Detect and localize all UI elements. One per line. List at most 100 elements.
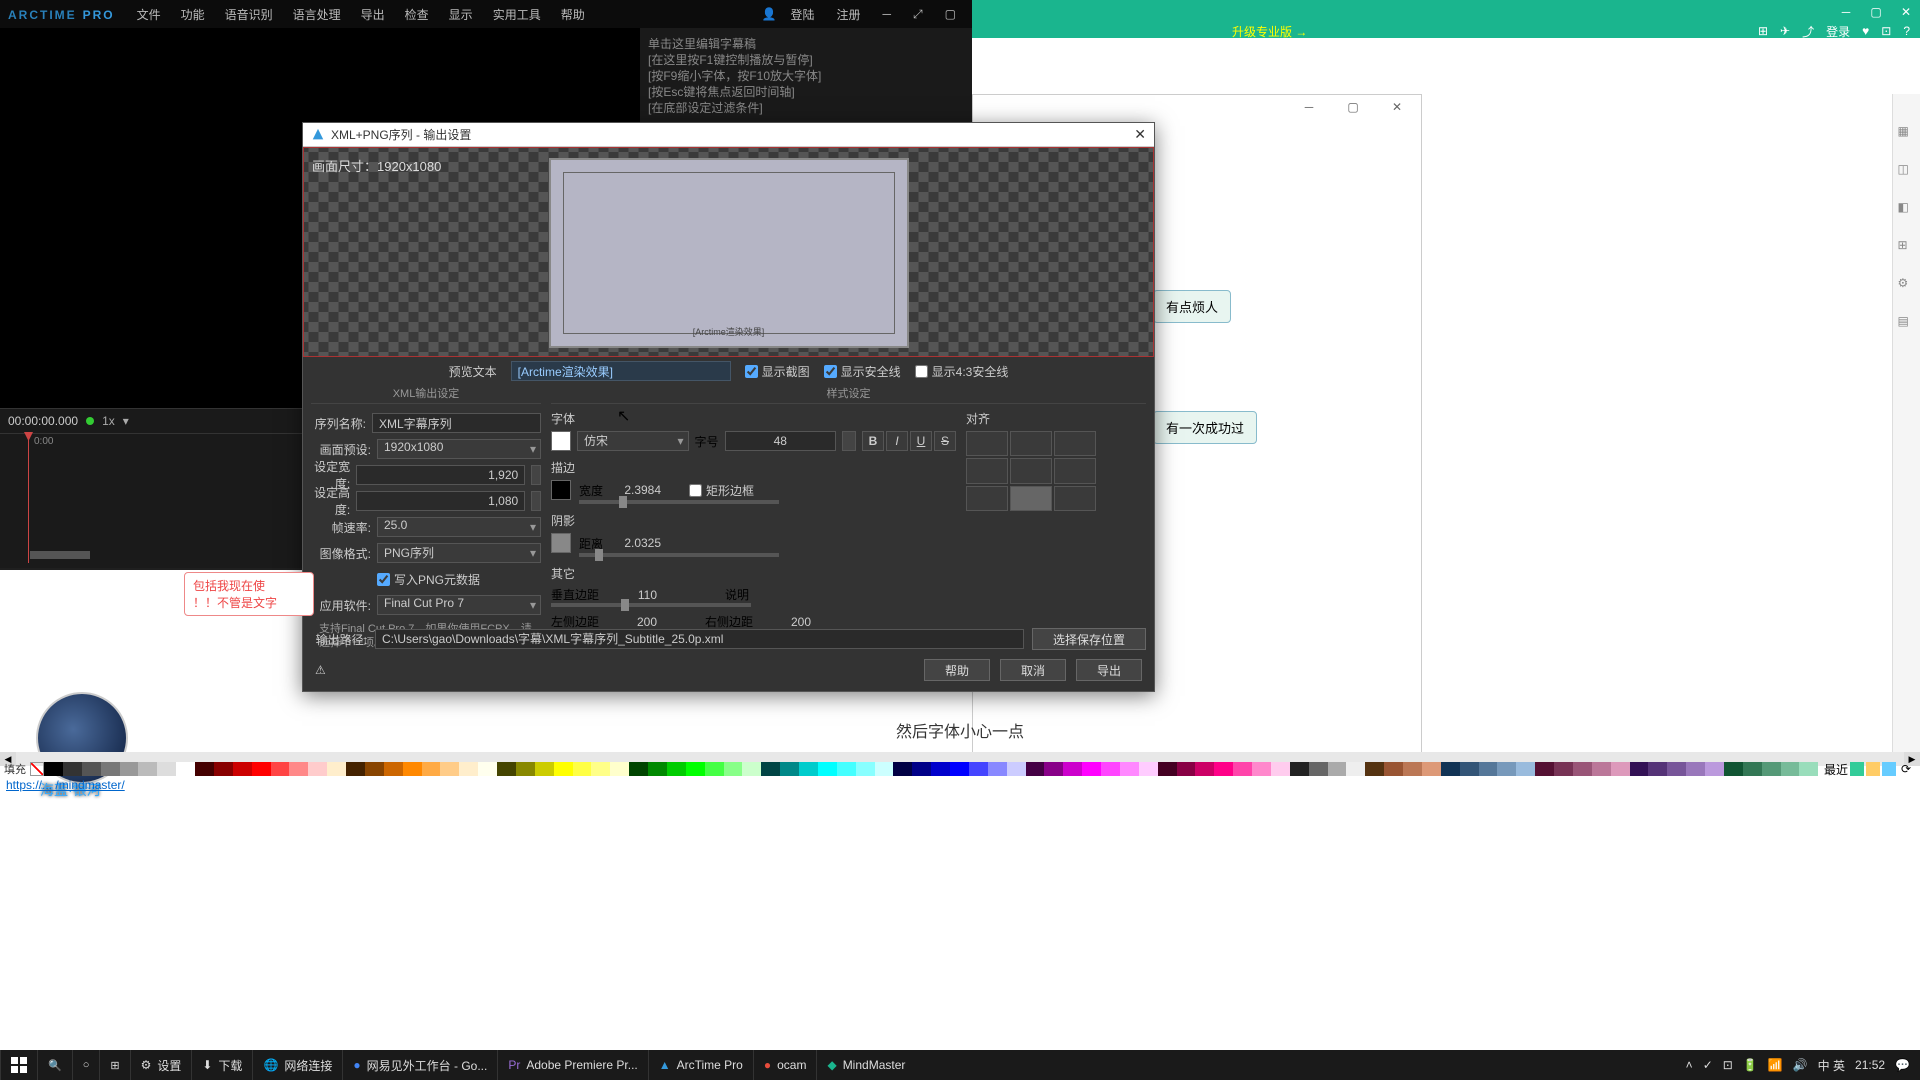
menu-help[interactable]: 帮助 [553, 2, 593, 27]
palette-swatch[interactable] [931, 762, 950, 776]
palette-swatch[interactable] [1044, 762, 1063, 776]
task-mindmaster[interactable]: ◆MindMaster [816, 1050, 915, 1080]
palette-swatch[interactable] [1252, 762, 1271, 776]
ribbon-icon[interactable]: ? [1903, 24, 1910, 38]
palette-swatch[interactable] [1214, 762, 1233, 776]
palette-swatch[interactable] [1346, 762, 1365, 776]
palette-swatch[interactable] [82, 762, 101, 776]
task-chrome[interactable]: ●网易见外工作台 - Go... [342, 1050, 497, 1080]
font-size-spinner[interactable] [842, 431, 856, 451]
palette-swatch[interactable] [1365, 762, 1384, 776]
recent-swatch[interactable] [1866, 762, 1880, 776]
palette-swatch[interactable] [610, 762, 629, 776]
width-input[interactable] [356, 465, 525, 485]
ribbon-icon[interactable]: ⊞ [1758, 24, 1768, 38]
palette-swatch[interactable] [1611, 762, 1630, 776]
palette-swatch[interactable] [950, 762, 969, 776]
tray-icon[interactable]: ✓ [1703, 1058, 1713, 1072]
palette-swatch[interactable] [327, 762, 346, 776]
palette-swatch[interactable] [1082, 762, 1101, 776]
cancel-button[interactable]: 取消 [1000, 659, 1066, 681]
mm-max-icon[interactable]: ▢ [1333, 97, 1373, 117]
win-pop-icon[interactable]: ⤢ [905, 3, 931, 26]
palette-swatch[interactable] [195, 762, 214, 776]
bold-button[interactable]: B [862, 431, 884, 451]
tray-time[interactable]: 21:52 [1855, 1058, 1885, 1072]
palette-swatch[interactable] [1139, 762, 1158, 776]
toolbar-icon[interactable]: ⊞ [1898, 238, 1916, 256]
menu-check[interactable]: 检查 [397, 2, 437, 27]
preset-select[interactable]: 1920x1080 [377, 439, 541, 459]
url-link[interactable]: https://... /mindmaster/ [6, 778, 125, 792]
task-taskview[interactable]: ⊞ [99, 1050, 129, 1080]
palette-swatch[interactable] [988, 762, 1007, 776]
align-bc[interactable] [1010, 486, 1052, 511]
maximize-icon[interactable]: ▢ [1870, 6, 1882, 18]
palette-swatch[interactable] [101, 762, 120, 776]
ribbon-icon[interactable]: ♥ [1862, 24, 1869, 38]
palette-swatch[interactable] [1781, 762, 1800, 776]
palette-swatch[interactable] [252, 762, 271, 776]
ribbon-icon[interactable]: ⊡ [1881, 24, 1891, 38]
palette-swatch[interactable] [1384, 762, 1403, 776]
warning-icon[interactable]: ⚠ [315, 663, 326, 677]
close-icon[interactable]: ✕ [1900, 6, 1912, 18]
menu-function[interactable]: 功能 [173, 2, 213, 27]
choose-path-button[interactable]: 选择保存位置 [1032, 628, 1146, 650]
tray-notifications-icon[interactable]: 💬 [1895, 1058, 1910, 1072]
mindmap-node[interactable]: 有点烦人 [1153, 290, 1231, 323]
palette-swatch[interactable] [120, 762, 139, 776]
close-icon[interactable]: ✕ [1134, 126, 1146, 143]
palette-swatch[interactable] [1592, 762, 1611, 776]
align-tl[interactable] [966, 431, 1008, 456]
palette-swatch[interactable] [1422, 762, 1441, 776]
palette-swatch[interactable] [1667, 762, 1686, 776]
palette-swatch[interactable] [346, 762, 365, 776]
palette-swatch[interactable] [573, 762, 592, 776]
palette-swatch[interactable] [1309, 762, 1328, 776]
palette-swatch[interactable] [535, 762, 554, 776]
menu-display[interactable]: 显示 [441, 2, 481, 27]
seq-name-input[interactable] [372, 413, 541, 433]
start-button[interactable] [0, 1050, 37, 1080]
hscroll-thumb[interactable] [30, 551, 90, 559]
align-tr[interactable] [1054, 431, 1096, 456]
write-meta-check[interactable]: 写入PNG元数据 [377, 571, 480, 588]
font-size-input[interactable] [725, 431, 837, 451]
palette-swatch[interactable] [1233, 762, 1252, 776]
palette-swatch[interactable] [554, 762, 573, 776]
palette-swatch[interactable] [1026, 762, 1045, 776]
ribbon-icon[interactable]: ✈ [1780, 24, 1790, 38]
palette-swatch[interactable] [1403, 762, 1422, 776]
task-downloads[interactable]: ⬇下载 [191, 1050, 252, 1080]
palette-swatch[interactable] [289, 762, 308, 776]
speed-display[interactable]: 1x [102, 414, 115, 428]
shadow-slider[interactable] [579, 553, 779, 557]
palette-swatch[interactable] [1554, 762, 1573, 776]
palette-swatch[interactable] [837, 762, 856, 776]
task-cortana[interactable]: ○ [72, 1050, 100, 1080]
palette-swatch[interactable] [912, 762, 931, 776]
show-crop-check[interactable]: 显示截图 [745, 363, 810, 380]
show-43-check[interactable]: 显示4:3安全线 [915, 363, 1009, 380]
palette-swatch[interactable] [1762, 762, 1781, 776]
task-arctime[interactable]: ▲ArcTime Pro [648, 1050, 753, 1080]
palette-swatch[interactable] [422, 762, 441, 776]
palette-swatch[interactable] [176, 762, 195, 776]
mindmap-node[interactable]: 有一次成功过 [1153, 411, 1257, 444]
login-link[interactable]: 登陆 [783, 2, 823, 27]
upgrade-link[interactable]: 升级专业版 → [1232, 23, 1307, 40]
task-premiere[interactable]: PrAdobe Premiere Pr... [497, 1050, 647, 1080]
palette-swatch[interactable] [761, 762, 780, 776]
palette-swatch[interactable] [1063, 762, 1082, 776]
palette-swatch[interactable] [44, 762, 63, 776]
align-ml[interactable] [966, 458, 1008, 483]
mm-min-icon[interactable]: ─ [1289, 97, 1329, 117]
italic-button[interactable]: I [886, 431, 908, 451]
palette-swatch[interactable] [1101, 762, 1120, 776]
palette-swatch[interactable] [1497, 762, 1516, 776]
palette-more-icon[interactable]: ⟳ [1898, 762, 1914, 776]
palette-swatch[interactable] [742, 762, 761, 776]
tray-icon[interactable]: 🔊 [1793, 1058, 1808, 1072]
palette-swatch[interactable] [214, 762, 233, 776]
